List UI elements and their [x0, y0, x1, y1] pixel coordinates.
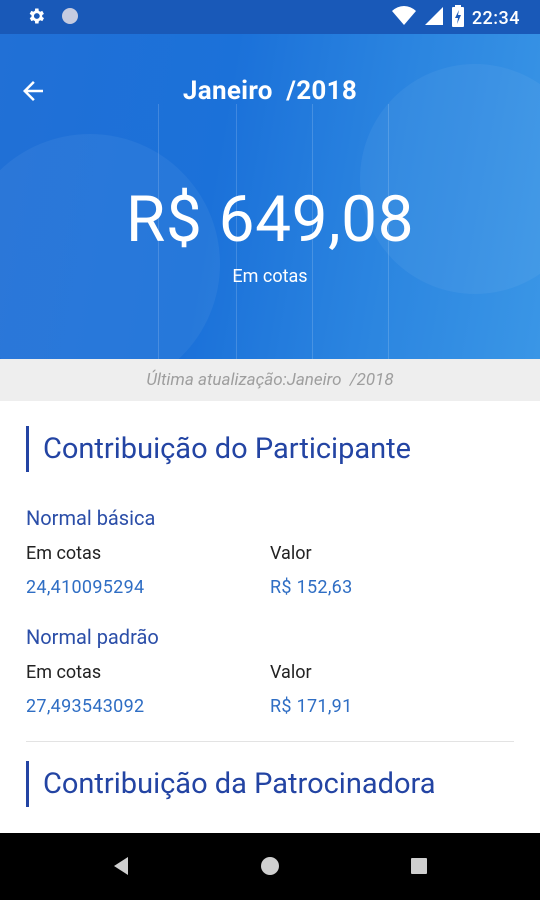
sponsor-section-title: Contribuição da Patrocinadora [26, 761, 523, 807]
circle-icon [60, 6, 80, 30]
participant-section-title: Contribuição do Participante [26, 426, 523, 472]
cotas-label: Em cotas [26, 662, 102, 683]
gear-icon [26, 6, 46, 30]
nav-home-icon[interactable] [260, 856, 280, 880]
valor-label: Valor [270, 543, 312, 564]
signal-icon [424, 6, 444, 30]
valor-value: R$ 152,63 [270, 577, 353, 598]
total-amount: R$ 649,08 [125, 182, 415, 257]
status-bar: 22:34 [0, 0, 540, 34]
android-nav-bar [0, 833, 540, 900]
period-title: Janeiro /2018 [182, 76, 358, 106]
valor-value: R$ 171,91 [270, 696, 353, 717]
valor-label: Valor [270, 662, 312, 683]
nav-back-icon[interactable] [112, 856, 132, 880]
amount-unit-label: Em cotas [232, 266, 308, 287]
battery-charging-icon [451, 5, 464, 31]
clock-time: 22:34 [471, 7, 520, 29]
cotas-value: 27,493543092 [26, 696, 145, 717]
section-divider [26, 741, 514, 742]
hero-header: Janeiro /2018 R$ 649,08 Em cotas [0, 34, 540, 359]
cotas-label: Em cotas [26, 543, 102, 564]
wifi-icon [391, 6, 416, 30]
nav-recents-icon[interactable] [409, 856, 429, 880]
cotas-value: 24,410095294 [26, 577, 145, 598]
group-title-normal-padrao: Normal padrão [26, 625, 159, 649]
last-update-note: Última atualização:Janeiro /2018 [0, 359, 540, 401]
group-title-normal-basica: Normal básica [26, 506, 156, 530]
